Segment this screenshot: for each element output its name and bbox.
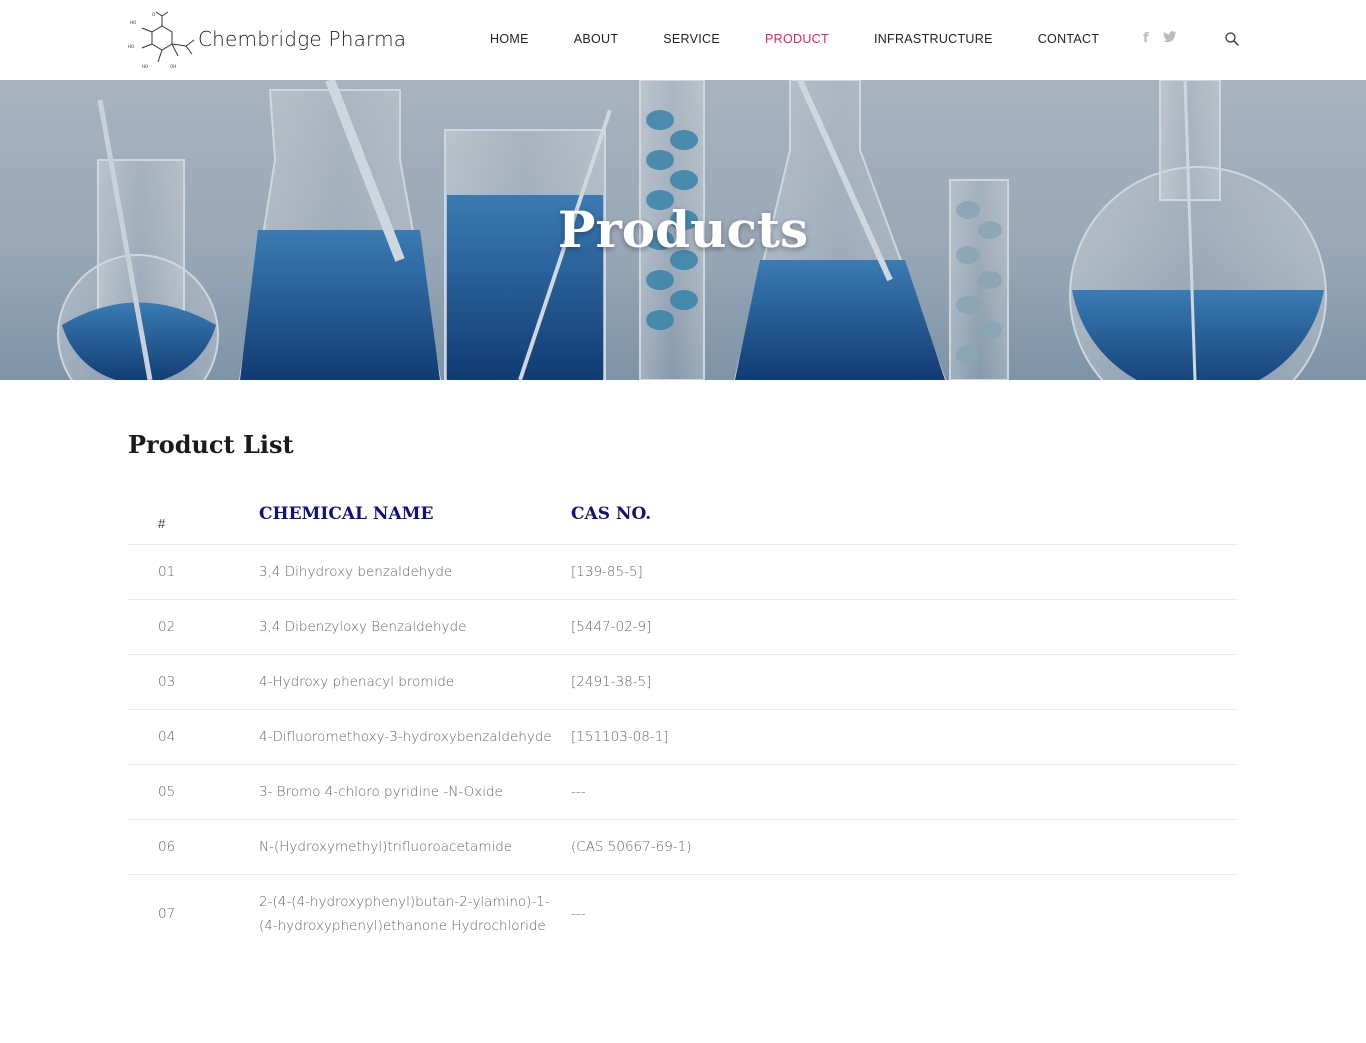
table-row: 06 N-(Hydroxymethyl)trifluoroacetamide (…	[128, 820, 1238, 875]
table-row: 04 4-Difluoromethoxy-3-hydroxybenzaldehy…	[128, 710, 1238, 765]
table-row: 02 3,4 Dibenzyloxy Benzaldehyde [5447-02…	[128, 600, 1238, 655]
facebook-icon[interactable]: f	[1143, 31, 1149, 46]
hero-title: Products	[557, 200, 809, 259]
cas-number: [5447-02-9]	[571, 619, 652, 635]
column-header-number: #	[158, 516, 166, 531]
svg-text:HO: HO	[128, 44, 134, 49]
brand-name[interactable]: Chembridge Pharma	[198, 27, 406, 51]
social-links: f	[1143, 31, 1177, 46]
cas-number: [2491-38-5]	[571, 674, 652, 690]
nav-about[interactable]: ABOUT	[574, 32, 619, 46]
table-row: 07 2-(4-(4-hydroxyphenyl)butan-2-ylamino…	[128, 875, 1238, 953]
chemical-name: 4-Difluoromethoxy-3-hydroxybenzaldehyde	[259, 729, 552, 745]
table-header: # CHEMICAL NAME CAS NO.	[128, 490, 1238, 545]
product-list-title: Product List	[128, 430, 294, 459]
table-row: 01 3,4 Dihydroxy benzaldehyde [139-85-5]	[128, 545, 1238, 600]
cas-number: ---	[571, 784, 586, 800]
svg-text:HO: HO	[130, 20, 136, 25]
chemical-name: 3,4 Dibenzyloxy Benzaldehyde	[259, 619, 467, 635]
row-number: 05	[158, 784, 176, 800]
row-number: 07	[158, 906, 176, 922]
nav-product[interactable]: PRODUCT	[765, 32, 829, 46]
svg-text:O: O	[152, 12, 155, 17]
hero-banner: Products	[0, 80, 1366, 380]
search-icon[interactable]	[1224, 31, 1240, 47]
row-number: 04	[158, 729, 176, 745]
cas-number: [139-85-5]	[571, 564, 643, 580]
table-row: 03 4-Hydroxy phenacyl bromide [2491-38-5…	[128, 655, 1238, 710]
molecule-logo-icon[interactable]: HO HO HO OH O	[128, 10, 198, 72]
row-number: 06	[158, 839, 176, 855]
svg-text:OH: OH	[170, 64, 176, 69]
twitter-icon[interactable]	[1162, 31, 1177, 46]
cas-number: ---	[571, 906, 586, 922]
chemical-name: 3,4 Dihydroxy benzaldehyde	[259, 564, 453, 580]
chemical-name: 3- Bromo 4-chloro pyridine -N-Oxide	[259, 784, 503, 800]
svg-text:HO: HO	[142, 64, 148, 69]
product-table: # CHEMICAL NAME CAS NO. 01 3,4 Dihydroxy…	[128, 490, 1238, 953]
cas-number: (CAS 50667-69-1)	[571, 839, 692, 855]
row-number: 03	[158, 674, 176, 690]
nav-infrastructure[interactable]: INFRASTRUCTURE	[874, 32, 993, 46]
column-header-cas-no: CAS NO.	[571, 504, 652, 524]
chemical-name: N-(Hydroxymethyl)trifluoroacetamide	[259, 839, 513, 855]
row-number: 01	[158, 564, 176, 580]
chemical-name: 2-(4-(4-hydroxyphenyl)butan-2-ylamino)-1…	[259, 894, 550, 934]
table-row: 05 3- Bromo 4-chloro pyridine -N-Oxide -…	[128, 765, 1238, 820]
nav-service[interactable]: SERVICE	[663, 32, 720, 46]
main-nav: HOME ABOUT SERVICE PRODUCT INFRASTRUCTUR…	[490, 32, 1099, 46]
column-header-chemical-name: CHEMICAL NAME	[259, 504, 434, 524]
nav-home[interactable]: HOME	[490, 32, 529, 46]
chemical-name: 4-Hydroxy phenacyl bromide	[259, 674, 455, 690]
site-header: HO HO HO OH O Chembridge Pharma HOME ABO…	[0, 0, 1366, 80]
row-number: 02	[158, 619, 176, 635]
nav-contact[interactable]: CONTACT	[1038, 32, 1100, 46]
cas-number: [151103-08-1]	[571, 729, 669, 745]
